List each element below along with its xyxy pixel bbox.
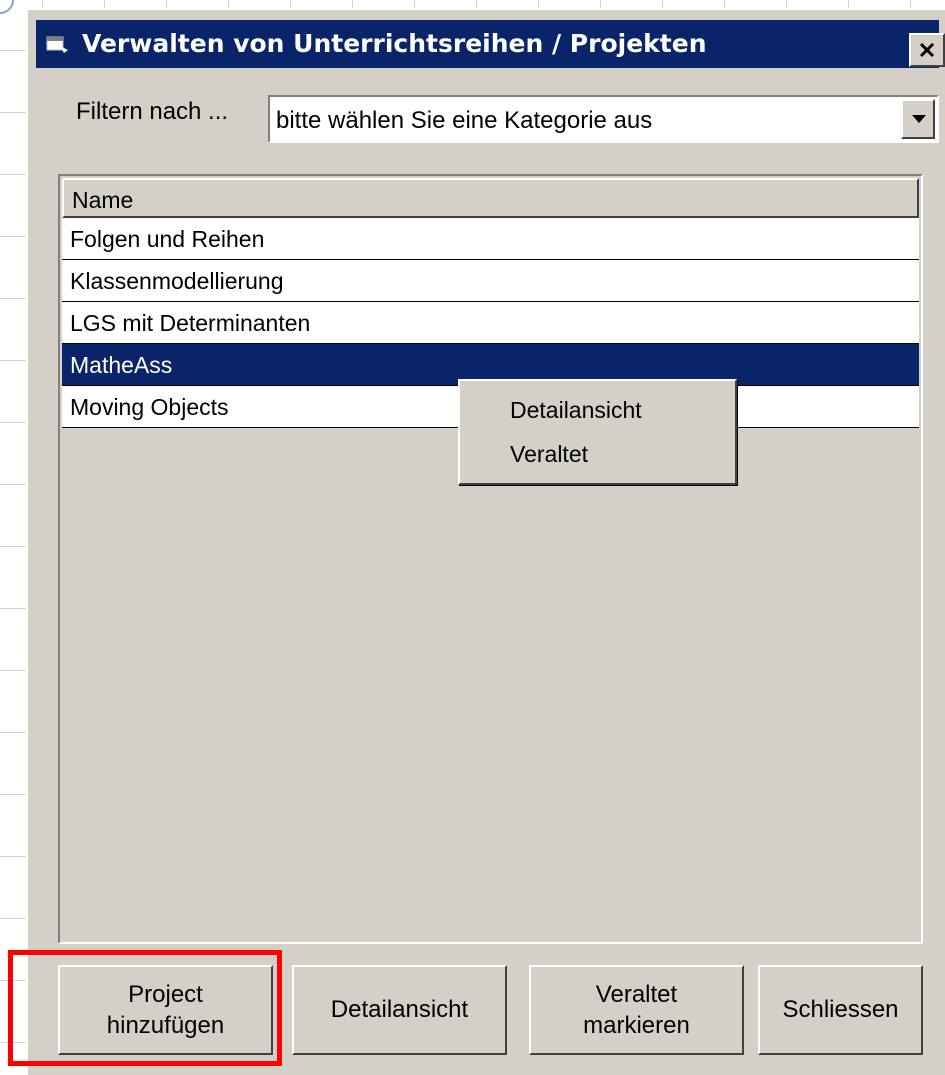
close-x-icon <box>919 42 935 58</box>
window-title: Verwalten von Unterrichtsreihen / Projek… <box>82 29 707 58</box>
details-button[interactable]: Detailansicht <box>292 965 507 1055</box>
list-item-label: Folgen und Reihen <box>70 226 265 252</box>
context-menu-veraltet[interactable]: Veraltet <box>510 441 588 468</box>
close-button[interactable]: Schliessen <box>758 965 923 1055</box>
list-row-klassenmodellierung[interactable]: Klassenmodellierung <box>62 260 919 302</box>
list-item-label: MatheAss <box>70 352 173 378</box>
close-window-button[interactable] <box>909 33 945 67</box>
details-button-label: Detailansicht <box>330 996 469 1024</box>
dropdown-button[interactable] <box>901 99 935 139</box>
filter-label: Filtern nach ... <box>76 98 229 125</box>
list-row-folgen-und-reihen[interactable]: Folgen und Reihen <box>62 218 919 260</box>
window-app-icon <box>46 36 68 53</box>
list-item-label: Moving Objects <box>70 394 229 420</box>
column-header-label: Name <box>72 187 134 213</box>
category-filter-value: bitte wählen Sie eine Kategorie aus <box>276 107 653 134</box>
mark-outdated-button-label: Veraltet markieren <box>583 980 690 1039</box>
mark-outdated-button[interactable]: Veraltet markieren <box>529 965 744 1055</box>
category-filter-select[interactable]: bitte wählen Sie eine Kategorie aus <box>268 95 939 143</box>
close-button-label: Schliessen <box>782 996 899 1024</box>
context-menu: Detailansicht Veraltet <box>458 379 737 485</box>
title-bar[interactable]: Verwalten von Unterrichtsreihen / Projek… <box>36 20 945 68</box>
triangle-down-icon <box>912 115 926 123</box>
project-list[interactable]: Name Folgen und Reihen Klassenmodellieru… <box>58 174 923 944</box>
context-menu-detailansicht[interactable]: Detailansicht <box>510 397 642 424</box>
list-item-label: Klassenmodellierung <box>70 268 284 294</box>
highlight-annotation-box <box>8 950 282 1066</box>
column-header-name[interactable]: Name <box>62 178 919 218</box>
list-row-lgs-mit-determinanten[interactable]: LGS mit Determinanten <box>62 302 919 344</box>
dialog-window: Verwalten von Unterrichtsreihen / Projek… <box>26 8 945 1075</box>
list-item-label: LGS mit Determinanten <box>70 310 311 336</box>
decorative-circle <box>0 0 14 14</box>
